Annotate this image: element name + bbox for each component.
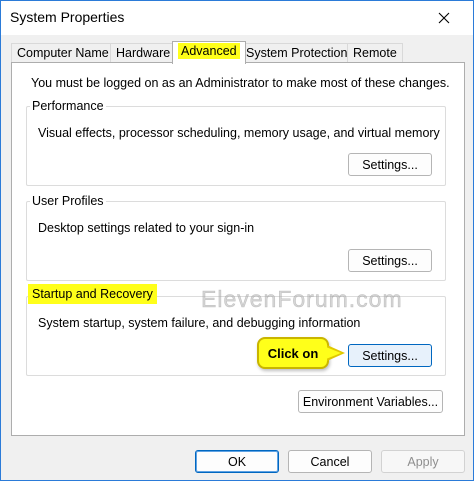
click-on-callout: Click on	[257, 337, 329, 369]
user-profiles-settings-button[interactable]: Settings...	[348, 249, 432, 272]
startup-recovery-settings-button[interactable]: Settings...	[348, 344, 432, 367]
performance-group-title: Performance	[30, 98, 106, 114]
tab-system-protection[interactable]: System Protection	[240, 43, 354, 63]
tab-bar: Computer Name Hardware Advanced System P…	[11, 41, 465, 64]
startup-recovery-group: Startup and Recovery System startup, sys…	[26, 284, 446, 376]
tab-hardware[interactable]: Hardware	[110, 43, 177, 63]
ok-button[interactable]: OK	[195, 450, 279, 473]
tab-advanced[interactable]: Advanced	[172, 41, 246, 64]
close-icon	[438, 12, 450, 24]
tab-computer-name[interactable]: Computer Name	[11, 43, 115, 63]
window-title: System Properties	[10, 9, 125, 25]
advanced-tab-panel: You must be logged on as an Administrato…	[11, 62, 465, 436]
user-profiles-group: User Profiles Desktop settings related t…	[26, 193, 446, 281]
close-button[interactable]	[433, 7, 455, 29]
cancel-button[interactable]: Cancel	[288, 450, 372, 473]
performance-description: Visual effects, processor scheduling, me…	[38, 126, 440, 140]
dialog-footer: OK Cancel Apply	[1, 437, 473, 481]
system-properties-window: System Properties Computer Name Hardware…	[0, 0, 474, 481]
admin-note: You must be logged on as an Administrato…	[31, 76, 450, 90]
user-profiles-group-title: User Profiles	[30, 193, 106, 209]
startup-recovery-description: System startup, system failure, and debu…	[38, 316, 361, 330]
performance-group: Performance Visual effects, processor sc…	[26, 98, 446, 186]
tab-remote[interactable]: Remote	[347, 43, 403, 63]
startup-recovery-group-title: Startup and Recovery	[28, 284, 157, 304]
performance-settings-button[interactable]: Settings...	[348, 153, 432, 176]
title-bar[interactable]: System Properties	[1, 1, 473, 35]
user-profiles-description: Desktop settings related to your sign-in	[38, 221, 255, 235]
apply-button: Apply	[381, 450, 465, 473]
callout-arrow-fill	[326, 347, 341, 359]
environment-variables-button[interactable]: Environment Variables...	[298, 390, 443, 413]
